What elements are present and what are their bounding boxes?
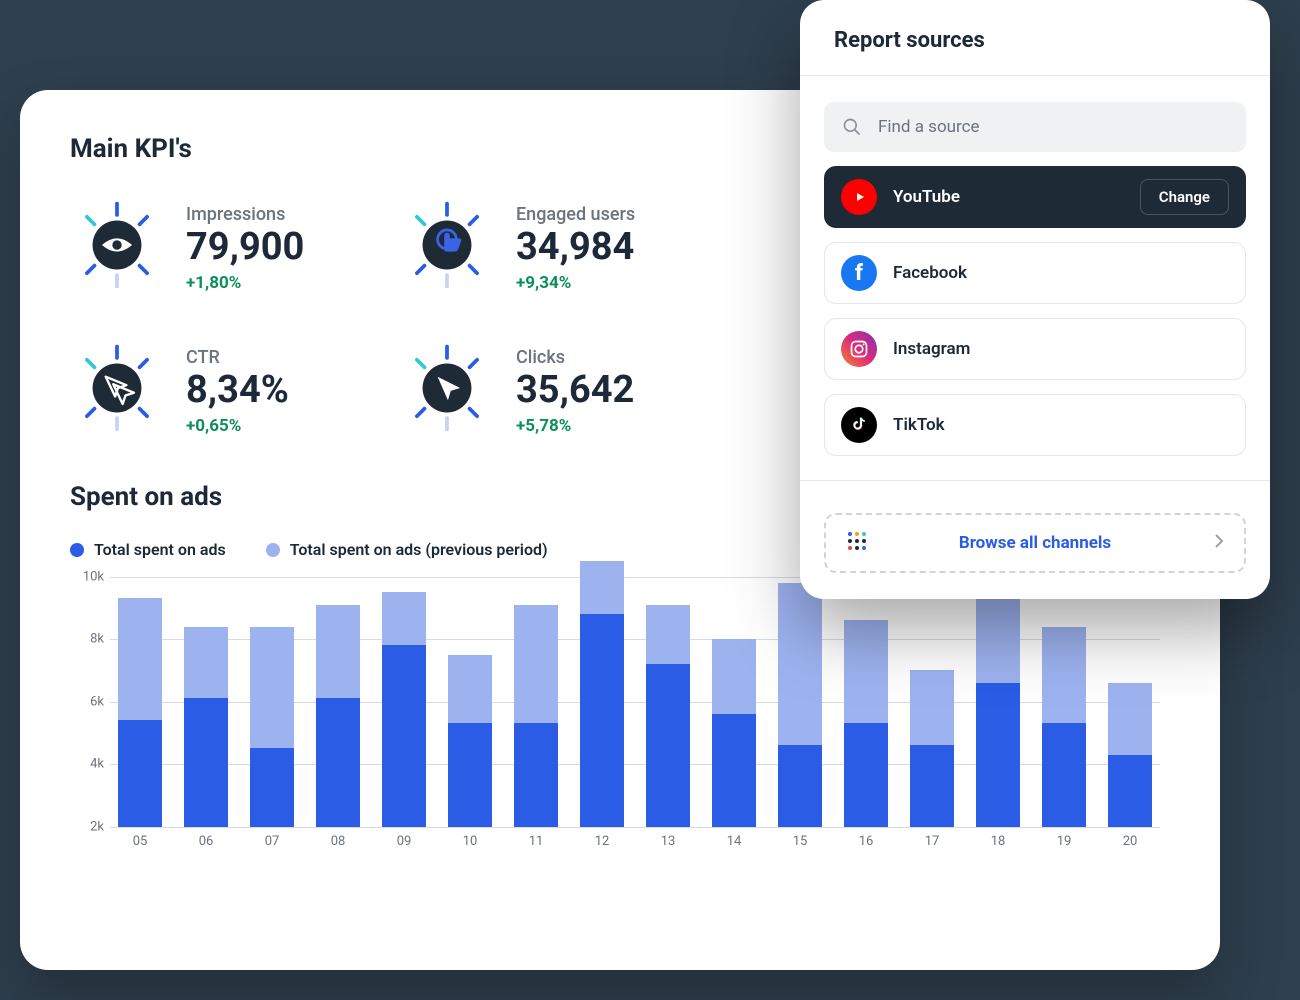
kpi-label: CTR [186, 347, 289, 368]
tap-icon [400, 198, 494, 292]
chart-x-tick: 13 [642, 834, 694, 849]
chart-x-tick: 20 [1104, 834, 1156, 849]
chevron-right-icon [1214, 533, 1224, 554]
kpi-ctr: CTR 8,34% +0,65% [70, 341, 400, 436]
source-search-input[interactable] [876, 116, 1228, 138]
source-item-tiktok[interactable]: TikTok [824, 394, 1246, 456]
chart-y-tick: 4k [70, 757, 104, 772]
kpi-value: 79,900 [186, 227, 304, 269]
chart-bar: 06 [180, 577, 232, 827]
grid-dots-icon [846, 530, 868, 557]
kpi-value: 35,642 [516, 370, 634, 412]
chart-bar: 15 [774, 577, 826, 827]
kpi-value: 8,34% [186, 370, 289, 412]
chart-x-tick: 11 [510, 834, 562, 849]
kpi-label: Engaged users [516, 204, 635, 225]
kpi-label: Impressions [186, 204, 304, 225]
cursor-icon [400, 341, 494, 435]
panel-title: Report sources [800, 0, 1270, 76]
chart-bar: 14 [708, 577, 760, 827]
chart-x-tick: 08 [312, 834, 364, 849]
youtube-icon [841, 179, 877, 215]
chart-bar: 07 [246, 577, 298, 827]
source-item-facebook[interactable]: f Facebook [824, 242, 1246, 304]
chart-bar: 13 [642, 577, 694, 827]
report-sources-panel: Report sources YouTube Change f Facebook… [800, 0, 1270, 599]
chart-y-tick: 10k [70, 569, 104, 584]
chart-x-tick: 07 [246, 834, 298, 849]
kpi-delta: +9,34% [516, 273, 635, 293]
facebook-icon: f [841, 255, 877, 291]
browse-label: Browse all channels [959, 533, 1111, 553]
spent-on-ads-chart: 2k4k6k8k10k05060708091011121314151617181… [110, 577, 1160, 827]
chart-gridline [110, 827, 1160, 828]
chart-x-tick: 12 [576, 834, 628, 849]
chart-bar: 09 [378, 577, 430, 827]
chart-x-tick: 17 [906, 834, 958, 849]
source-name: TikTok [893, 415, 1229, 435]
source-name: Facebook [893, 263, 1229, 283]
instagram-icon [841, 331, 877, 367]
chart-bar: 08 [312, 577, 364, 827]
chart-bar: 12 [576, 577, 628, 827]
kpi-engaged-users: Engaged users 34,984 +9,34% [400, 198, 730, 293]
change-source-button[interactable]: Change [1140, 179, 1229, 215]
kpi-label: Clicks [516, 347, 634, 368]
chart-bar: 11 [510, 577, 562, 827]
chart-y-tick: 8k [70, 632, 104, 647]
chart-bar: 20 [1104, 577, 1156, 827]
legend-item-current: Total spent on ads [70, 540, 226, 559]
chart-bar: 10 [444, 577, 496, 827]
chart-x-tick: 15 [774, 834, 826, 849]
kpi-impressions: Impressions 79,900 +1,80% [70, 198, 400, 293]
source-name: Instagram [893, 339, 1229, 359]
source-name: YouTube [893, 187, 1124, 207]
chart-x-tick: 09 [378, 834, 430, 849]
kpi-delta: +5,78% [516, 416, 634, 436]
chart-x-tick: 14 [708, 834, 760, 849]
search-icon [842, 117, 862, 137]
chart-x-tick: 18 [972, 834, 1024, 849]
double-cursor-icon [70, 341, 164, 435]
chart-x-tick: 16 [840, 834, 892, 849]
chart-bar: 05 [114, 577, 166, 827]
source-item-instagram[interactable]: Instagram [824, 318, 1246, 380]
kpi-value: 34,984 [516, 227, 635, 269]
browse-all-channels-button[interactable]: Browse all channels [824, 513, 1246, 573]
source-search[interactable] [824, 102, 1246, 152]
chart-y-tick: 2k [70, 819, 104, 834]
chart-y-tick: 6k [70, 694, 104, 709]
kpi-clicks: Clicks 35,642 +5,78% [400, 341, 730, 436]
chart-x-tick: 06 [180, 834, 232, 849]
chart-bars: 05060708091011121314151617181920 [110, 577, 1160, 827]
tiktok-icon [841, 407, 877, 443]
eye-icon [70, 198, 164, 292]
chart-bar: 18 [972, 577, 1024, 827]
kpi-delta: +1,80% [186, 273, 304, 293]
legend-item-previous: Total spent on ads (previous period) [266, 540, 548, 559]
panel-divider [800, 480, 1270, 481]
chart-bar: 19 [1038, 577, 1090, 827]
kpi-delta: +0,65% [186, 416, 289, 436]
chart-bar: 17 [906, 577, 958, 827]
chart-bar: 16 [840, 577, 892, 827]
source-item-youtube[interactable]: YouTube Change [824, 166, 1246, 228]
chart-x-tick: 05 [114, 834, 166, 849]
chart-x-tick: 10 [444, 834, 496, 849]
chart-x-tick: 19 [1038, 834, 1090, 849]
